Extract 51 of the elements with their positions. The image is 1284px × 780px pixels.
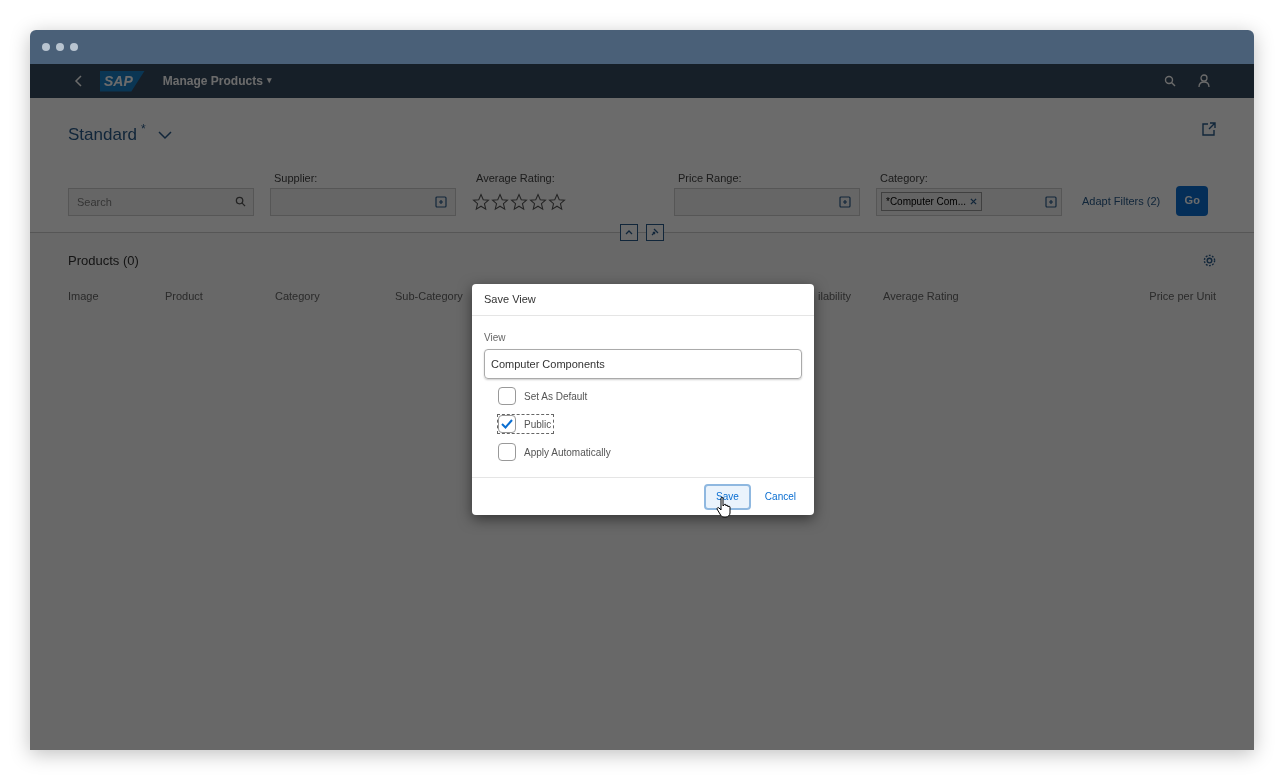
close-icon[interactable] bbox=[970, 198, 978, 205]
table-title: Products (0) bbox=[68, 251, 139, 270]
column-header: ilability bbox=[818, 289, 851, 304]
checkbox-option[interactable]: Apply Automatically bbox=[498, 443, 613, 461]
star-icon[interactable] bbox=[529, 192, 547, 211]
pin-icon bbox=[651, 228, 659, 236]
value-help-icon[interactable] bbox=[435, 195, 447, 208]
share-icon[interactable] bbox=[1202, 122, 1216, 136]
column-header: Image bbox=[68, 289, 99, 304]
column-header: Product bbox=[165, 289, 203, 304]
value-help-icon[interactable] bbox=[1045, 195, 1057, 208]
filter-label: Category: bbox=[880, 170, 929, 184]
input-field[interactable] bbox=[674, 187, 860, 216]
column-header: Average Rating bbox=[883, 289, 959, 304]
checkmark-icon bbox=[501, 419, 513, 429]
checkbox[interactable] bbox=[498, 415, 516, 433]
chevron-down-icon bbox=[157, 129, 172, 140]
input-field[interactable]: *Computer Com... bbox=[876, 187, 1062, 216]
variant-selector[interactable]: Standard $^{*}$ bbox=[68, 122, 172, 148]
settings-icon[interactable] bbox=[1203, 253, 1216, 267]
value-help-icon[interactable] bbox=[839, 195, 851, 208]
checkbox-option[interactable]: Set As Default bbox=[498, 387, 590, 405]
back-icon[interactable] bbox=[74, 75, 84, 87]
field-label: View bbox=[484, 331, 507, 345]
star-icon[interactable] bbox=[548, 192, 566, 211]
adapt-filters-link[interactable]: Adapt Filters (2) bbox=[1082, 187, 1161, 216]
column-header: Price per Unit bbox=[1149, 289, 1216, 304]
save-button[interactable]: Save bbox=[704, 483, 751, 510]
checkbox-option[interactable]: Public bbox=[498, 415, 554, 433]
app-title-menu[interactable]: Manage Products ▾ bbox=[162, 72, 272, 90]
filter-label: Supplier: bbox=[274, 170, 319, 184]
user-icon[interactable] bbox=[1198, 74, 1210, 88]
star-icon[interactable] bbox=[510, 192, 528, 211]
star-icon[interactable] bbox=[491, 192, 509, 211]
search-icon[interactable] bbox=[1164, 75, 1176, 87]
logo[interactable]: SAP bbox=[100, 70, 145, 92]
checkbox[interactable] bbox=[498, 387, 516, 405]
go-button[interactable]: Go bbox=[1176, 185, 1209, 216]
input-field[interactable] bbox=[270, 187, 456, 216]
search-icon bbox=[235, 195, 246, 207]
view-name-field[interactable]: Computer Components bbox=[484, 349, 802, 379]
filter-label: Price Range: bbox=[678, 170, 743, 184]
star-icon[interactable] bbox=[472, 192, 490, 211]
column-header: Category bbox=[275, 289, 320, 304]
filter-label: Average Rating: bbox=[476, 170, 556, 184]
chevron-up-icon bbox=[625, 229, 633, 235]
column-header: Sub-Category bbox=[395, 289, 463, 304]
cancel-button[interactable]: Cancel bbox=[760, 483, 800, 510]
token[interactable]: *Computer Com... bbox=[881, 192, 983, 211]
dialog-title: Save View bbox=[484, 292, 536, 308]
checkbox[interactable] bbox=[498, 443, 516, 461]
